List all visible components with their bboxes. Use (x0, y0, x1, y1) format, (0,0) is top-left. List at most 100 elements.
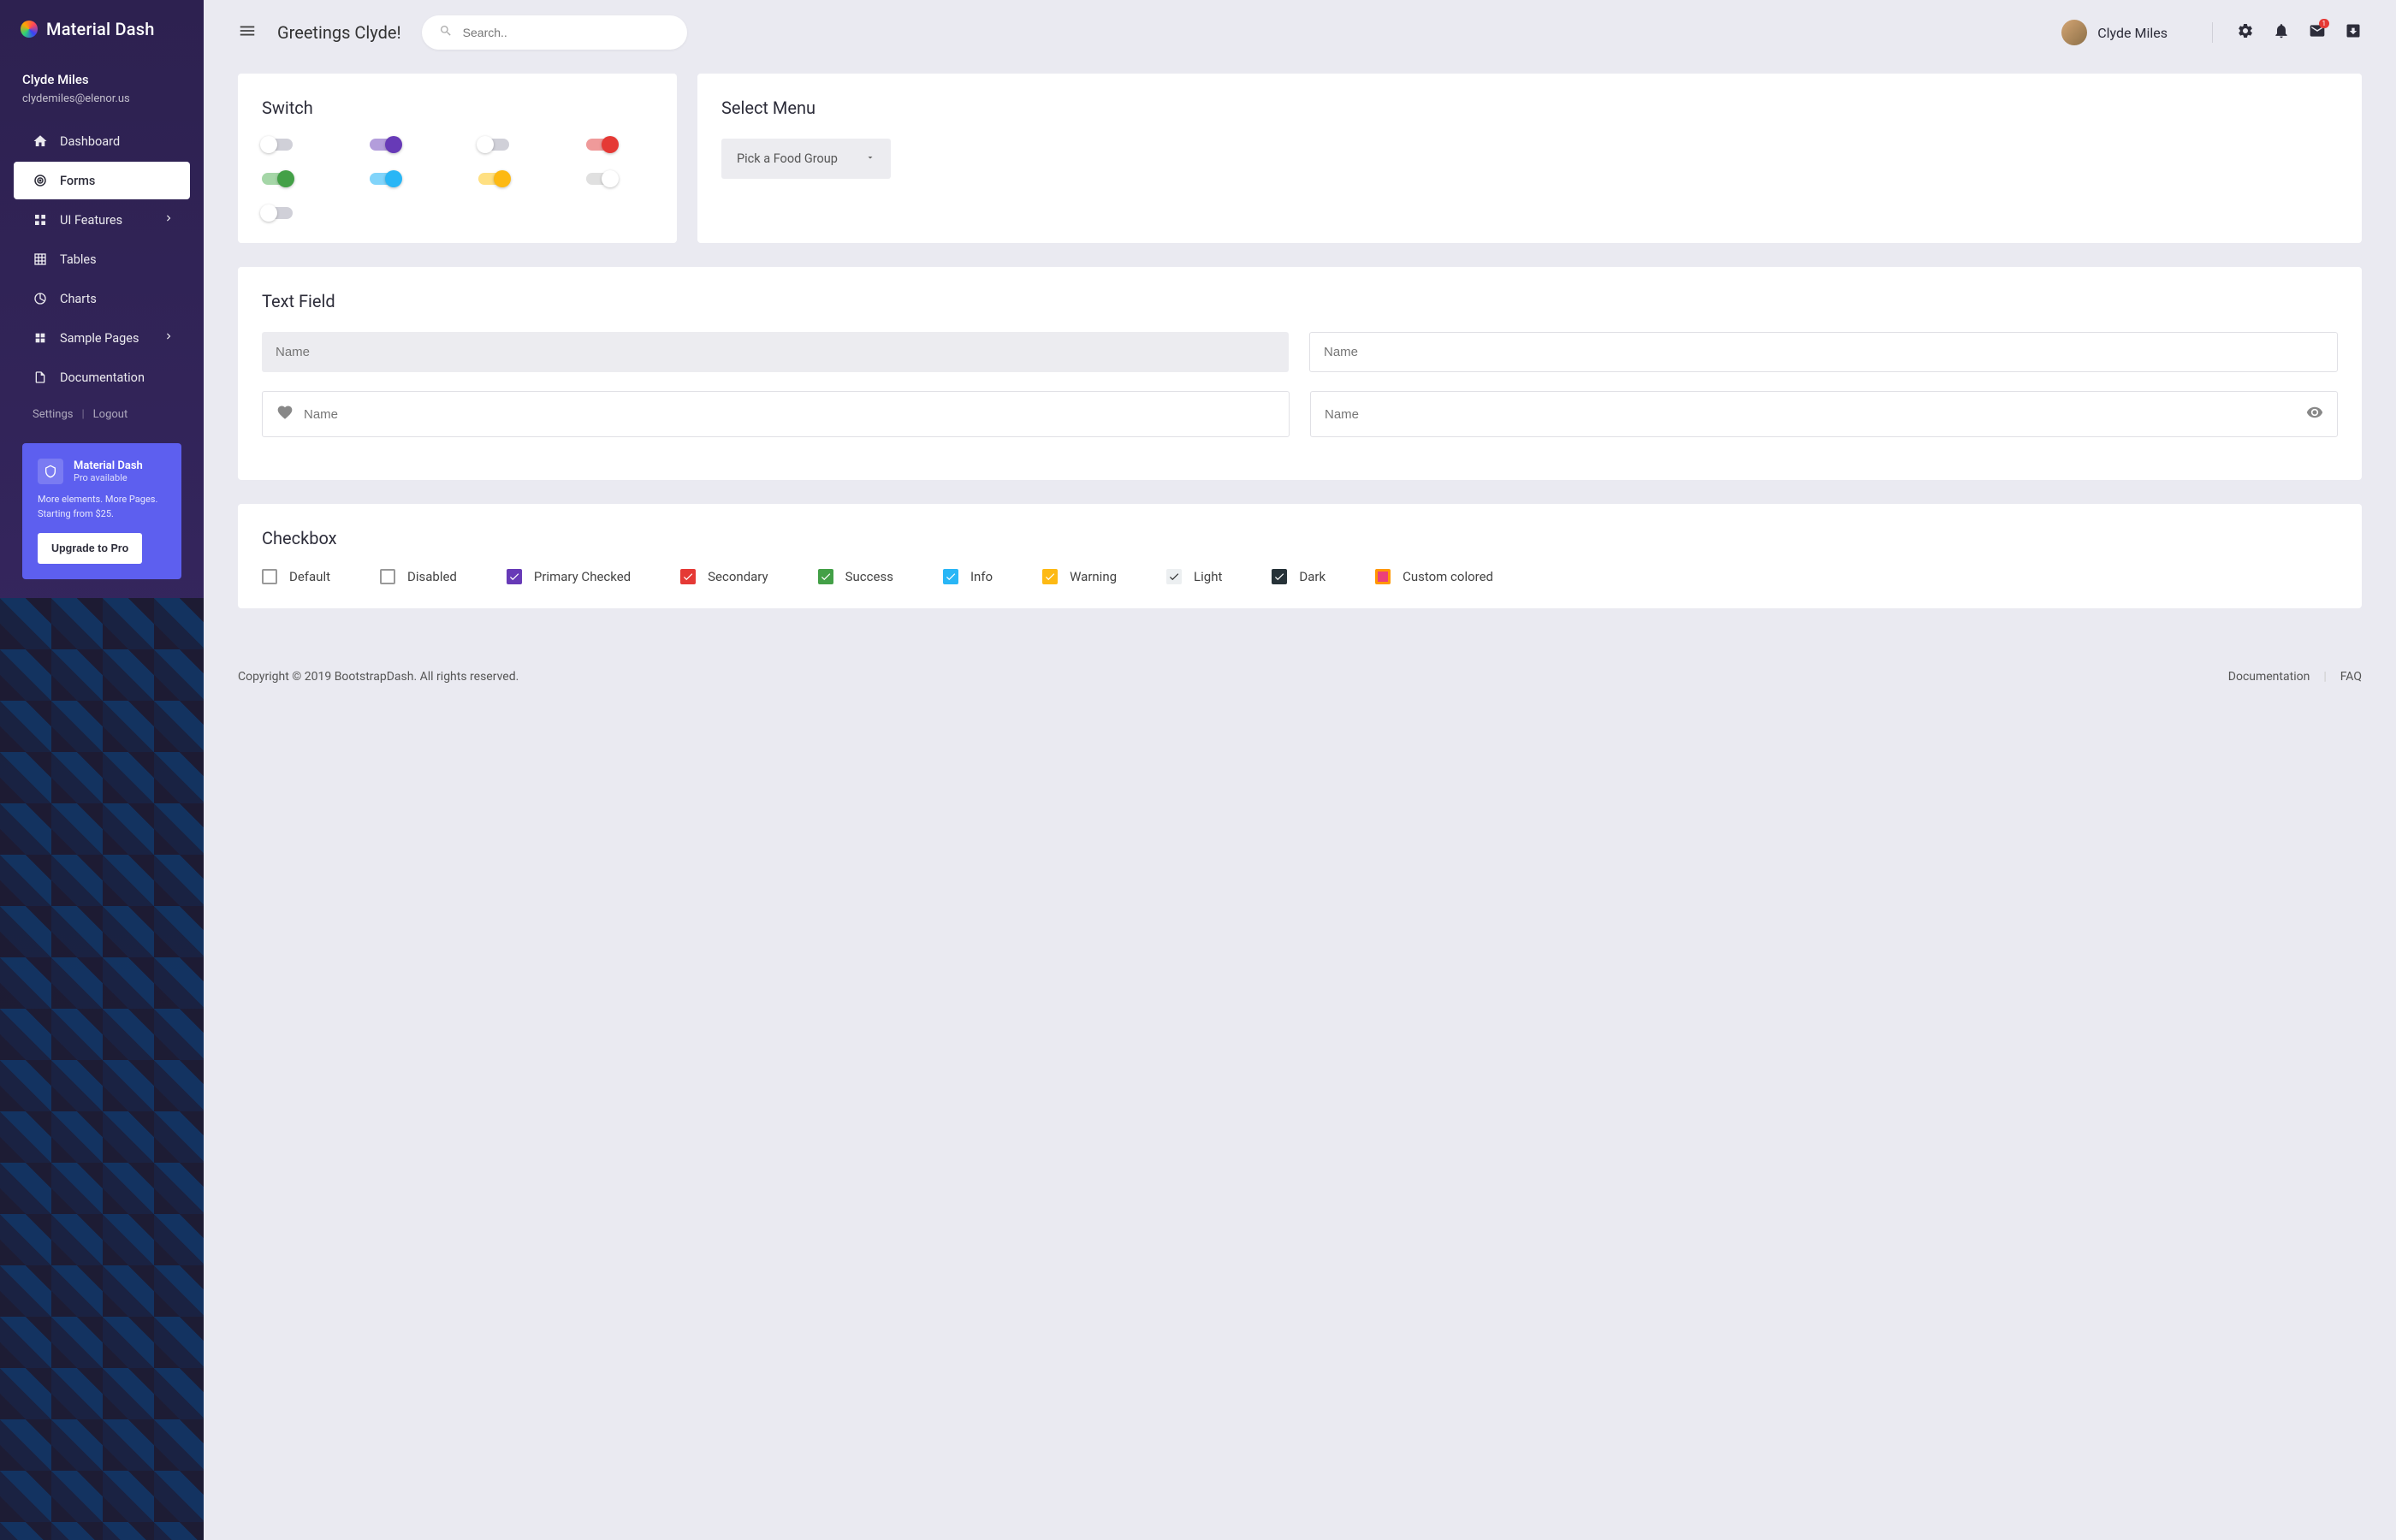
switch-purple-1[interactable] (370, 139, 400, 151)
checkbox-box (680, 569, 696, 584)
checkbox-box (1042, 569, 1058, 584)
upgrade-button[interactable]: Upgrade to Pro (38, 533, 142, 564)
checkbox-box (262, 569, 277, 584)
switch-default-0[interactable] (262, 139, 293, 151)
brand-name: Material Dash (46, 19, 155, 39)
select-card: Select Menu Pick a Food Group (697, 74, 2362, 243)
nav-documentation[interactable]: Documentation (14, 358, 190, 396)
switch-yellow-6[interactable] (478, 173, 509, 185)
table-icon (33, 252, 48, 267)
bell-icon[interactable] (2273, 22, 2290, 43)
switch-knob (260, 136, 277, 153)
nav-forms[interactable]: Forms (14, 162, 190, 199)
grid-icon (33, 212, 48, 228)
settings-link[interactable]: Settings (33, 408, 73, 421)
nav-tables[interactable]: Tables (14, 240, 190, 278)
switch-red-3[interactable] (586, 139, 617, 151)
sidebar-decorative-image (0, 598, 204, 1540)
checkbox-info[interactable]: Info (943, 569, 993, 584)
checkbox-disabled[interactable]: Disabled (380, 569, 457, 584)
topbar-user-name: Clyde Miles (2097, 25, 2168, 41)
checkbox-label: Custom colored (1403, 569, 1493, 584)
switch-card: Switch (238, 74, 677, 243)
nav-label: Forms (60, 174, 95, 188)
checkbox-label: Light (1194, 569, 1222, 584)
card-title: Switch (262, 98, 653, 118)
nav-dashboard[interactable]: Dashboard (14, 122, 190, 160)
checkbox-box (1375, 569, 1391, 584)
checkbox-primary[interactable]: Primary Checked (507, 569, 631, 584)
sidebar-nav: Dashboard Forms UI Features Tables Chart… (0, 122, 204, 398)
switch-knob (385, 136, 402, 153)
switch-knob (602, 170, 619, 187)
switch-knob (494, 170, 511, 187)
target-icon (33, 173, 48, 188)
mail-badge: 1 (2319, 19, 2330, 28)
chevron-right-icon (163, 212, 175, 228)
caret-down-icon (865, 151, 875, 166)
checkbox-success[interactable]: Success (818, 569, 893, 584)
name-input[interactable] (1325, 407, 2296, 422)
checkbox-label: Dark (1299, 569, 1326, 584)
switch-blue-5[interactable] (370, 173, 400, 185)
footer-doc-link[interactable]: Documentation (2228, 670, 2310, 684)
divider: | (81, 408, 84, 421)
checkbox-custom[interactable]: Custom colored (1375, 569, 1493, 584)
nav-label: Charts (60, 292, 97, 306)
nav-sample-pages[interactable]: Sample Pages (14, 319, 190, 357)
food-group-select[interactable]: Pick a Food Group (721, 139, 891, 179)
search-box[interactable] (422, 15, 687, 50)
checkbox-secondary[interactable]: Secondary (680, 569, 768, 584)
settings-icon[interactable] (2237, 22, 2254, 43)
name-input[interactable] (304, 407, 1275, 422)
logout-link[interactable]: Logout (93, 408, 128, 421)
checkbox-label: Disabled (407, 569, 457, 584)
switch-knob (602, 136, 619, 153)
doc-icon (33, 370, 48, 385)
checkbox-default[interactable]: Default (262, 569, 330, 584)
checkbox-label: Default (289, 569, 330, 584)
textfield-card: Text Field (238, 267, 2362, 480)
checkbox-box (1166, 569, 1182, 584)
switch-green-4[interactable] (262, 173, 293, 185)
name-input-icon-left[interactable] (262, 391, 1290, 437)
footer-faq-link[interactable]: FAQ (2340, 670, 2362, 684)
nav-label: UI Features (60, 213, 122, 228)
card-title: Text Field (262, 291, 2338, 311)
menu-toggle-icon[interactable] (238, 21, 257, 44)
nav-ui-features[interactable]: UI Features (14, 201, 190, 239)
mail-icon[interactable]: 1 (2309, 22, 2326, 43)
checkbox-dark[interactable]: Dark (1272, 569, 1326, 584)
name-input-icon-right[interactable] (1310, 391, 2338, 437)
switch-default-2[interactable] (478, 139, 509, 151)
pie-icon (33, 291, 48, 306)
checkbox-box (1272, 569, 1287, 584)
name-input[interactable] (276, 345, 1275, 359)
name-input-filled[interactable] (262, 332, 1289, 372)
nav-label: Tables (60, 252, 97, 267)
checkbox-light[interactable]: Light (1166, 569, 1222, 584)
eye-icon[interactable] (2306, 404, 2323, 424)
name-input-outlined[interactable] (1309, 332, 2338, 372)
sidebar-user-name: Clyde Miles (22, 72, 181, 87)
chevron-right-icon (163, 330, 175, 346)
switch-white-7[interactable] (586, 173, 617, 185)
checkbox-label: Secondary (708, 569, 768, 584)
switch-knob (477, 136, 494, 153)
brand[interactable]: Material Dash (0, 0, 204, 58)
card-title: Select Menu (721, 98, 2338, 118)
checkbox-warning[interactable]: Warning (1042, 569, 1117, 584)
checkbox-card: Checkbox DefaultDisabledPrimary CheckedS… (238, 504, 2362, 608)
checkbox-box (380, 569, 395, 584)
search-input[interactable] (463, 26, 670, 39)
download-icon[interactable] (2345, 22, 2362, 43)
nav-charts[interactable]: Charts (14, 280, 190, 317)
shield-icon (38, 459, 63, 484)
user-chip[interactable]: Clyde Miles (2061, 20, 2168, 45)
name-input[interactable] (1324, 345, 2323, 359)
checkbox-box (507, 569, 522, 584)
footer: Copyright © 2019 BootstrapDash. All righ… (204, 658, 2396, 684)
checkbox-box (818, 569, 833, 584)
promo-title: Material Dash (74, 459, 143, 472)
switch-grey-8[interactable] (262, 207, 293, 219)
